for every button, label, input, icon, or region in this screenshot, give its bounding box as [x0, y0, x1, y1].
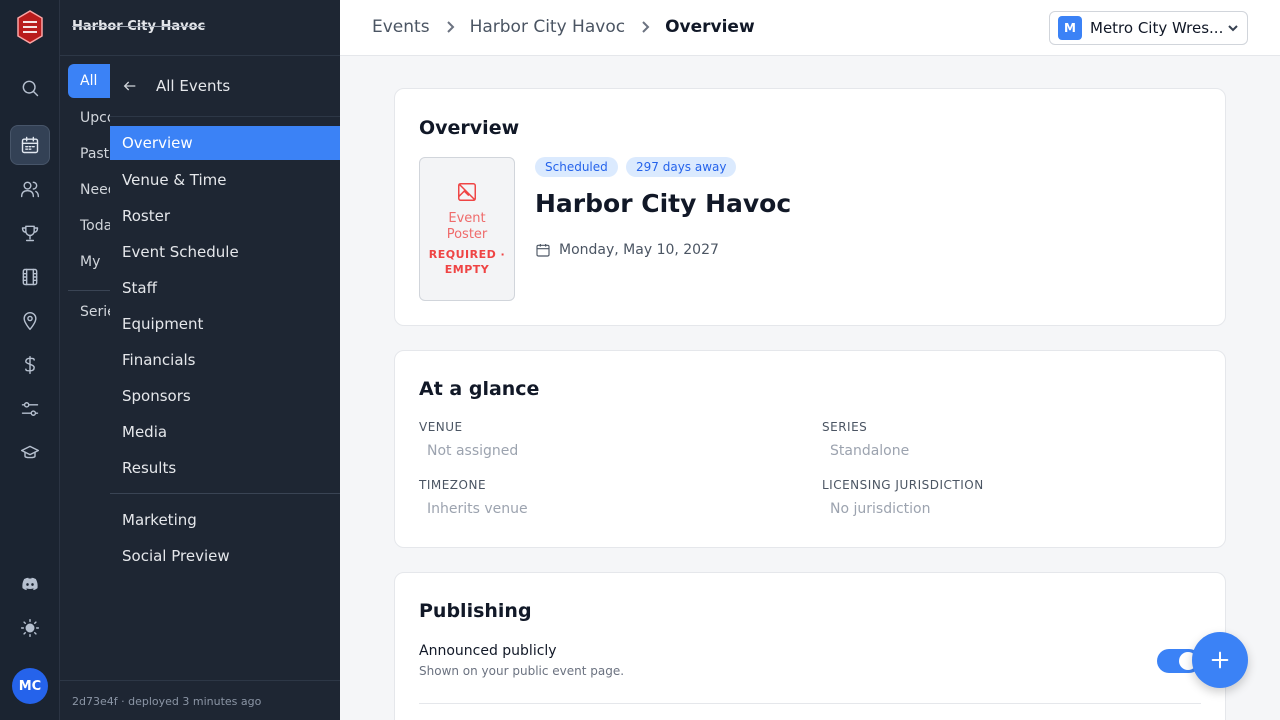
filter-item-series[interactable]: Series — [80, 304, 110, 320]
divider — [110, 493, 340, 494]
sun-icon[interactable] — [10, 608, 50, 648]
filter-item-today[interactable]: Today — [68, 208, 110, 244]
divider — [60, 680, 340, 681]
announced-label: Announced publicly — [419, 643, 557, 659]
event-poster-upload[interactable]: Event Poster REQUIRED · EMPTY — [419, 157, 515, 301]
nav-item-social-preview[interactable]: Social Preview — [110, 538, 340, 574]
arrow-left-icon — [123, 81, 136, 91]
org-name: Metro City Wres... — [1090, 19, 1224, 37]
card-title: At a glance — [419, 378, 540, 400]
nav-item-roster[interactable]: Roster — [110, 198, 340, 234]
users-icon[interactable] — [10, 169, 50, 209]
dollar-icon[interactable] — [10, 345, 50, 385]
nav-item-equipment[interactable]: Equipment — [110, 306, 340, 342]
calendar-icon[interactable] — [10, 125, 50, 165]
back-label: All Events — [156, 77, 231, 95]
event-nav-list-secondary: Marketing Social Preview — [110, 502, 340, 574]
event-nav-list: Overview Venue & Time Roster Event Sched… — [110, 126, 340, 486]
film-icon[interactable] — [10, 257, 50, 297]
event-date: Monday, May 10, 2027 — [535, 242, 719, 258]
image-off-icon — [458, 183, 476, 201]
event-date-text: Monday, May 10, 2027 — [559, 242, 719, 258]
chevron-down-icon — [1228, 25, 1238, 32]
event-title: Harbor City Havoc — [535, 189, 792, 218]
graduation-cap-icon[interactable] — [10, 433, 50, 473]
countdown-badge: 297 days away — [626, 157, 737, 177]
jurisdiction-label: LICENSING JURISDICTION — [822, 478, 984, 492]
series-label: SERIES — [822, 420, 868, 434]
sidebar: Harbor City Havoc All Upcoming Past Need… — [60, 0, 340, 720]
event-filter-list: All Upcoming Past Needs Today My — [68, 64, 110, 280]
announced-description: Shown on your public event page. — [419, 664, 625, 678]
breadcrumb-event[interactable]: Harbor City Havoc — [470, 17, 626, 37]
map-pin-icon[interactable] — [10, 301, 50, 341]
publishing-card: Publishing Announced publicly Shown on y… — [394, 572, 1226, 720]
app-logo-icon[interactable] — [16, 10, 44, 44]
venue-label: VENUE — [419, 420, 463, 434]
card-title: Publishing — [419, 600, 532, 622]
nav-item-marketing[interactable]: Marketing — [110, 502, 340, 538]
discord-icon[interactable] — [10, 564, 50, 604]
filter-item-all[interactable]: All — [68, 64, 110, 98]
timezone-label: TIMEZONE — [419, 478, 487, 492]
back-to-all-events[interactable]: All Events — [110, 68, 340, 104]
filter-item-upcoming[interactable]: Upcoming — [68, 100, 110, 136]
trophy-icon[interactable] — [10, 213, 50, 253]
at-a-glance-card: At a glance VENUE Not assigned SERIES St… — [394, 350, 1226, 548]
chevron-right-icon — [446, 21, 454, 33]
nav-item-venue-time[interactable]: Venue & Time — [110, 162, 340, 198]
top-bar: Events Harbor City Havoc Overview M Metr… — [340, 0, 1280, 56]
jurisdiction-value[interactable]: No jurisdiction — [830, 501, 930, 517]
nav-item-overview[interactable]: Overview — [110, 126, 340, 160]
icon-rail: MC — [0, 0, 60, 720]
poster-status: REQUIRED · EMPTY — [428, 248, 506, 276]
build-info: 2d73e4f · deployed 3 minutes ago — [72, 695, 262, 708]
card-title: Overview — [419, 117, 520, 139]
sliders-icon[interactable] — [10, 389, 50, 429]
avatar[interactable]: MC — [12, 668, 48, 704]
search-icon[interactable] — [10, 68, 50, 108]
nav-item-financials[interactable]: Financials — [110, 342, 340, 378]
nav-item-sponsors[interactable]: Sponsors — [110, 378, 340, 414]
divider — [68, 290, 110, 291]
nav-item-event-schedule[interactable]: Event Schedule — [110, 234, 340, 270]
chevron-right-icon — [642, 21, 650, 33]
calendar-icon — [536, 244, 550, 257]
add-button[interactable] — [1192, 632, 1248, 688]
event-nav-flyout: All Events Overview Venue & Time Roster … — [110, 56, 340, 680]
divider — [419, 703, 1201, 704]
org-switcher[interactable]: M Metro City Wres... — [1049, 11, 1248, 45]
filter-item-my[interactable]: My — [68, 244, 110, 280]
overview-card: Overview Event Poster REQUIRED · EMPTY S… — [394, 88, 1226, 326]
timezone-value[interactable]: Inherits venue — [427, 501, 528, 517]
divider — [110, 116, 340, 117]
plus-icon — [1211, 651, 1229, 669]
poster-label: Event Poster — [446, 211, 488, 242]
nav-item-results[interactable]: Results — [110, 450, 340, 486]
org-badge: M — [1058, 16, 1082, 40]
breadcrumb-current: Overview — [665, 17, 755, 37]
breadcrumb-events[interactable]: Events — [372, 17, 430, 37]
series-value[interactable]: Standalone — [830, 443, 909, 459]
breadcrumb: Events Harbor City Havoc Overview — [372, 17, 755, 37]
nav-item-staff[interactable]: Staff — [110, 270, 340, 306]
sidebar-brand: Harbor City Havoc — [72, 19, 206, 34]
filter-item-needs[interactable]: Needs — [68, 172, 110, 208]
venue-value[interactable]: Not assigned — [427, 443, 518, 459]
filter-item-past[interactable]: Past — [68, 136, 110, 172]
nav-item-media[interactable]: Media — [110, 414, 340, 450]
status-badge: Scheduled — [535, 157, 618, 177]
